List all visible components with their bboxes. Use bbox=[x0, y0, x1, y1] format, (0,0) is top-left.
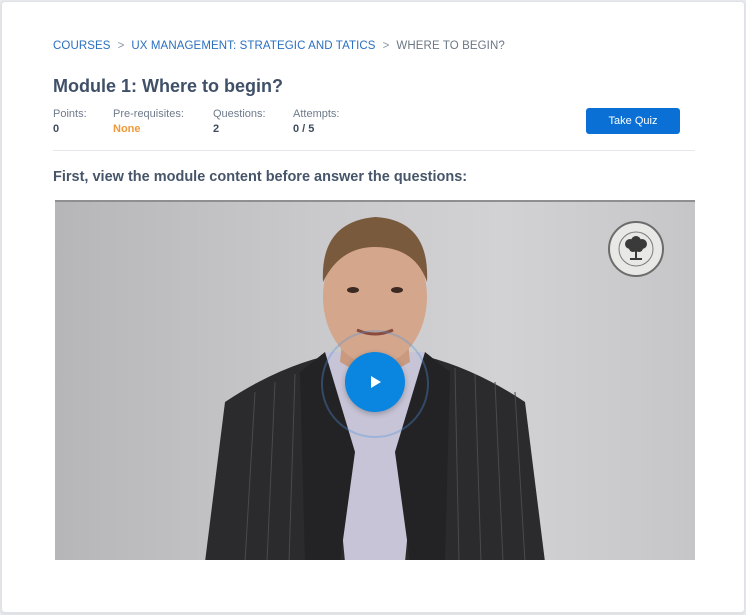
questions-meta: Questions: 2 bbox=[213, 108, 266, 135]
breadcrumb-separator: > bbox=[117, 40, 125, 52]
video-player[interactable] bbox=[55, 200, 695, 560]
page-title: Module 1: Where to begin? bbox=[53, 76, 283, 97]
prereq-meta: Pre-requisites: None bbox=[113, 108, 184, 135]
instruction-heading: First, view the module content before an… bbox=[53, 169, 468, 185]
prereq-label: Pre-requisites: bbox=[113, 108, 184, 120]
module-title: Where to begin? bbox=[142, 76, 284, 96]
module-card: COURSES > UX MANAGEMENT: STRATEGIC AND T… bbox=[1, 1, 745, 613]
questions-value: 2 bbox=[213, 123, 220, 135]
breadcrumb-current: WHERE TO BEGIN? bbox=[396, 40, 505, 52]
breadcrumb-separator: > bbox=[382, 40, 390, 52]
play-icon bbox=[371, 376, 381, 388]
prereq-value: None bbox=[113, 123, 141, 135]
tree-logo-icon bbox=[608, 221, 664, 277]
take-quiz-button[interactable]: Take Quiz bbox=[586, 108, 680, 134]
points-label: Points: bbox=[53, 108, 87, 120]
attempts-label: Attempts: bbox=[293, 108, 340, 120]
points-value: 0 bbox=[53, 123, 60, 135]
questions-label: Questions: bbox=[213, 108, 266, 120]
divider bbox=[53, 150, 695, 151]
breadcrumb-course-link[interactable]: UX MANAGEMENT: STRATEGIC AND TATICS bbox=[131, 40, 375, 52]
points-meta: Points: 0 bbox=[53, 108, 87, 135]
play-button[interactable] bbox=[345, 352, 405, 412]
breadcrumb: COURSES > UX MANAGEMENT: STRATEGIC AND T… bbox=[53, 40, 505, 52]
attempts-meta: Attempts: 0 / 5 bbox=[293, 108, 339, 135]
attempts-value: 0 / 5 bbox=[293, 123, 315, 135]
breadcrumb-courses-link[interactable]: COURSES bbox=[53, 40, 111, 52]
module-prefix: Module 1: bbox=[53, 76, 137, 96]
